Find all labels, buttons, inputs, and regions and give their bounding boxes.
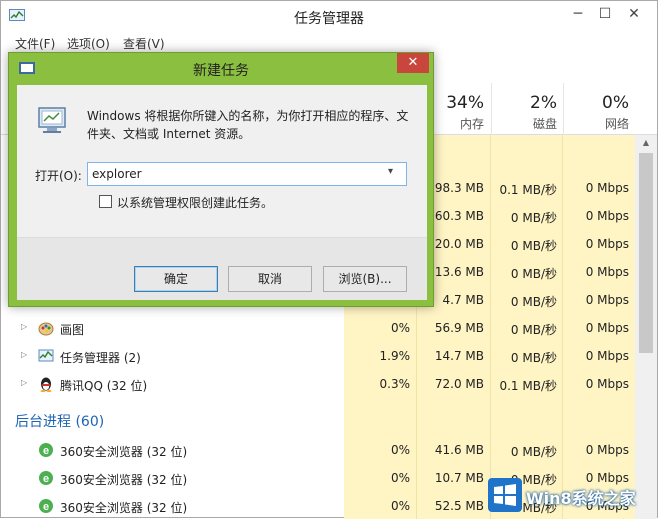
network-value: 0 Mbps <box>585 349 629 363</box>
menu-file[interactable]: 文件(F) <box>15 35 55 52</box>
vertical-scrollbar[interactable]: ▲ <box>635 135 657 519</box>
table-row[interactable]: e 360安全浏览器 (32 位) 0% 41.6 MB 0 MB/秒 0 Mb… <box>1 436 635 464</box>
task-manager-titlebar[interactable]: 任务管理器 ─ ☐ ✕ <box>1 1 657 33</box>
paint-icon <box>38 322 54 336</box>
browser-icon: e <box>39 443 53 457</box>
chevron-down-icon[interactable]: ▾ <box>388 166 393 177</box>
memory-value: 72.0 MB <box>434 377 484 391</box>
network-label: 网络 <box>604 117 629 131</box>
network-value: 0 Mbps <box>585 443 629 457</box>
network-value: 0 Mbps <box>585 377 629 391</box>
dialog-description: Windows 将根据你所键入的名称，为你打开相应的程序、文件夹、文档或 Int… <box>87 109 409 141</box>
process-name: 腾讯QQ (32 位) <box>60 379 148 393</box>
network-value: 0 Mbps <box>585 237 629 251</box>
disk-value: 0 MB/秒 <box>510 323 557 337</box>
dialog-button-area: 确定 取消 浏览(B)... <box>17 237 427 300</box>
svg-text:e: e <box>43 501 49 513</box>
windows-logo-icon <box>488 478 522 512</box>
process-name: 360安全浏览器 (32 位) <box>60 501 188 515</box>
table-row-task-manager[interactable]: ▷ 任务管理器 (2) 1.9% 14.7 MB 0 MB/秒 0 Mbps <box>1 342 635 370</box>
disk-value: 0.1 MB/秒 <box>499 183 557 197</box>
table-row-paint[interactable]: ▷ 画图 0% 56.9 MB 0 MB/秒 0 Mbps <box>1 314 635 342</box>
disk-value: 0 MB/秒 <box>510 445 557 459</box>
expand-arrow-icon[interactable]: ▷ <box>21 378 27 387</box>
cpu-value: 1.9% <box>379 349 411 363</box>
disk-value: 0 MB/秒 <box>510 211 557 225</box>
process-name: 画图 <box>60 323 85 337</box>
menu-bar: 文件(F) 选项(O) 查看(V) <box>1 33 657 53</box>
watermark: Win8系统之家 <box>488 476 656 516</box>
disk-label: 磁盘 <box>532 117 557 131</box>
scrollbar-thumb[interactable] <box>639 153 653 353</box>
network-percent: 0% <box>602 93 629 113</box>
cancel-button[interactable]: 取消 <box>228 266 312 292</box>
scroll-up-arrow-icon[interactable]: ▲ <box>635 135 657 151</box>
open-combobox[interactable]: ▾ <box>87 162 407 186</box>
network-value: 0 Mbps <box>585 265 629 279</box>
open-input[interactable] <box>92 165 382 183</box>
menu-options[interactable]: 选项(O) <box>67 35 110 52</box>
dialog-title: 新建任务 <box>193 63 249 79</box>
admin-privileges-label[interactable]: 以系统管理权限创建此任务。 <box>117 194 273 211</box>
process-name: 360安全浏览器 (32 位) <box>60 473 188 487</box>
admin-privileges-checkbox[interactable] <box>99 195 112 208</box>
disk-value: 0.1 MB/秒 <box>499 379 557 393</box>
disk-value: 0 MB/秒 <box>510 295 557 309</box>
browser-icon: e <box>39 471 53 485</box>
table-row-qq[interactable]: ▷ 腾讯QQ (32 位) 0.3% 72.0 MB 0.1 MB/秒 0 Mb… <box>1 370 635 398</box>
create-new-task-dialog: 新建任务 ✕ Windows 将根据你所键入的名称，为你打开相应的程序、文件夹、… <box>8 52 434 307</box>
browser-icon: e <box>39 499 53 513</box>
svg-text:e: e <box>43 473 49 485</box>
process-name: 360安全浏览器 (32 位) <box>60 445 188 459</box>
disk-value: 0 MB/秒 <box>510 239 557 253</box>
menu-view[interactable]: 查看(V) <box>123 35 165 52</box>
memory-value: 56.9 MB <box>434 321 484 335</box>
disk-value: 0 MB/秒 <box>510 351 557 365</box>
expand-arrow-icon[interactable]: ▷ <box>21 350 27 359</box>
cpu-value: 0% <box>390 471 410 485</box>
open-label: 打开(O): <box>35 169 82 183</box>
disk-value: 0 MB/秒 <box>510 267 557 281</box>
memory-value: 14.7 MB <box>434 349 484 363</box>
background-processes-heading[interactable]: 后台进程 (60) <box>15 411 104 431</box>
run-program-icon <box>38 107 66 133</box>
column-network-header[interactable]: 0% 网络 <box>563 83 635 135</box>
cpu-value: 0% <box>390 499 410 513</box>
network-value: 0 Mbps <box>585 321 629 335</box>
cpu-value: 0.3% <box>379 377 411 391</box>
disk-percent: 2% <box>530 93 557 113</box>
memory-value: 52.5 MB <box>434 499 484 513</box>
qq-penguin-icon <box>40 377 52 392</box>
browse-button[interactable]: 浏览(B)... <box>323 266 407 292</box>
expand-arrow-icon[interactable]: ▷ <box>21 322 27 331</box>
ok-button[interactable]: 确定 <box>134 266 218 292</box>
cpu-value: 0% <box>390 321 410 335</box>
network-value: 0 Mbps <box>585 209 629 223</box>
network-value: 0 Mbps <box>585 181 629 195</box>
network-value: 0 Mbps <box>585 293 629 307</box>
memory-value: 10.7 MB <box>434 471 484 485</box>
task-manager-icon <box>38 349 54 362</box>
svg-text:e: e <box>43 445 49 457</box>
memory-value: 41.6 MB <box>434 443 484 457</box>
column-disk-header[interactable]: 2% 磁盘 <box>491 83 563 135</box>
dialog-close-button[interactable]: ✕ <box>397 53 429 73</box>
dialog-body: Windows 将根据你所键入的名称，为你打开相应的程序、文件夹、文档或 Int… <box>17 85 427 300</box>
process-name: 任务管理器 (2) <box>60 351 141 365</box>
cpu-value: 0% <box>390 443 410 457</box>
close-button[interactable]: ✕ <box>613 1 655 29</box>
watermark-text: Win8系统之家 <box>526 489 636 508</box>
